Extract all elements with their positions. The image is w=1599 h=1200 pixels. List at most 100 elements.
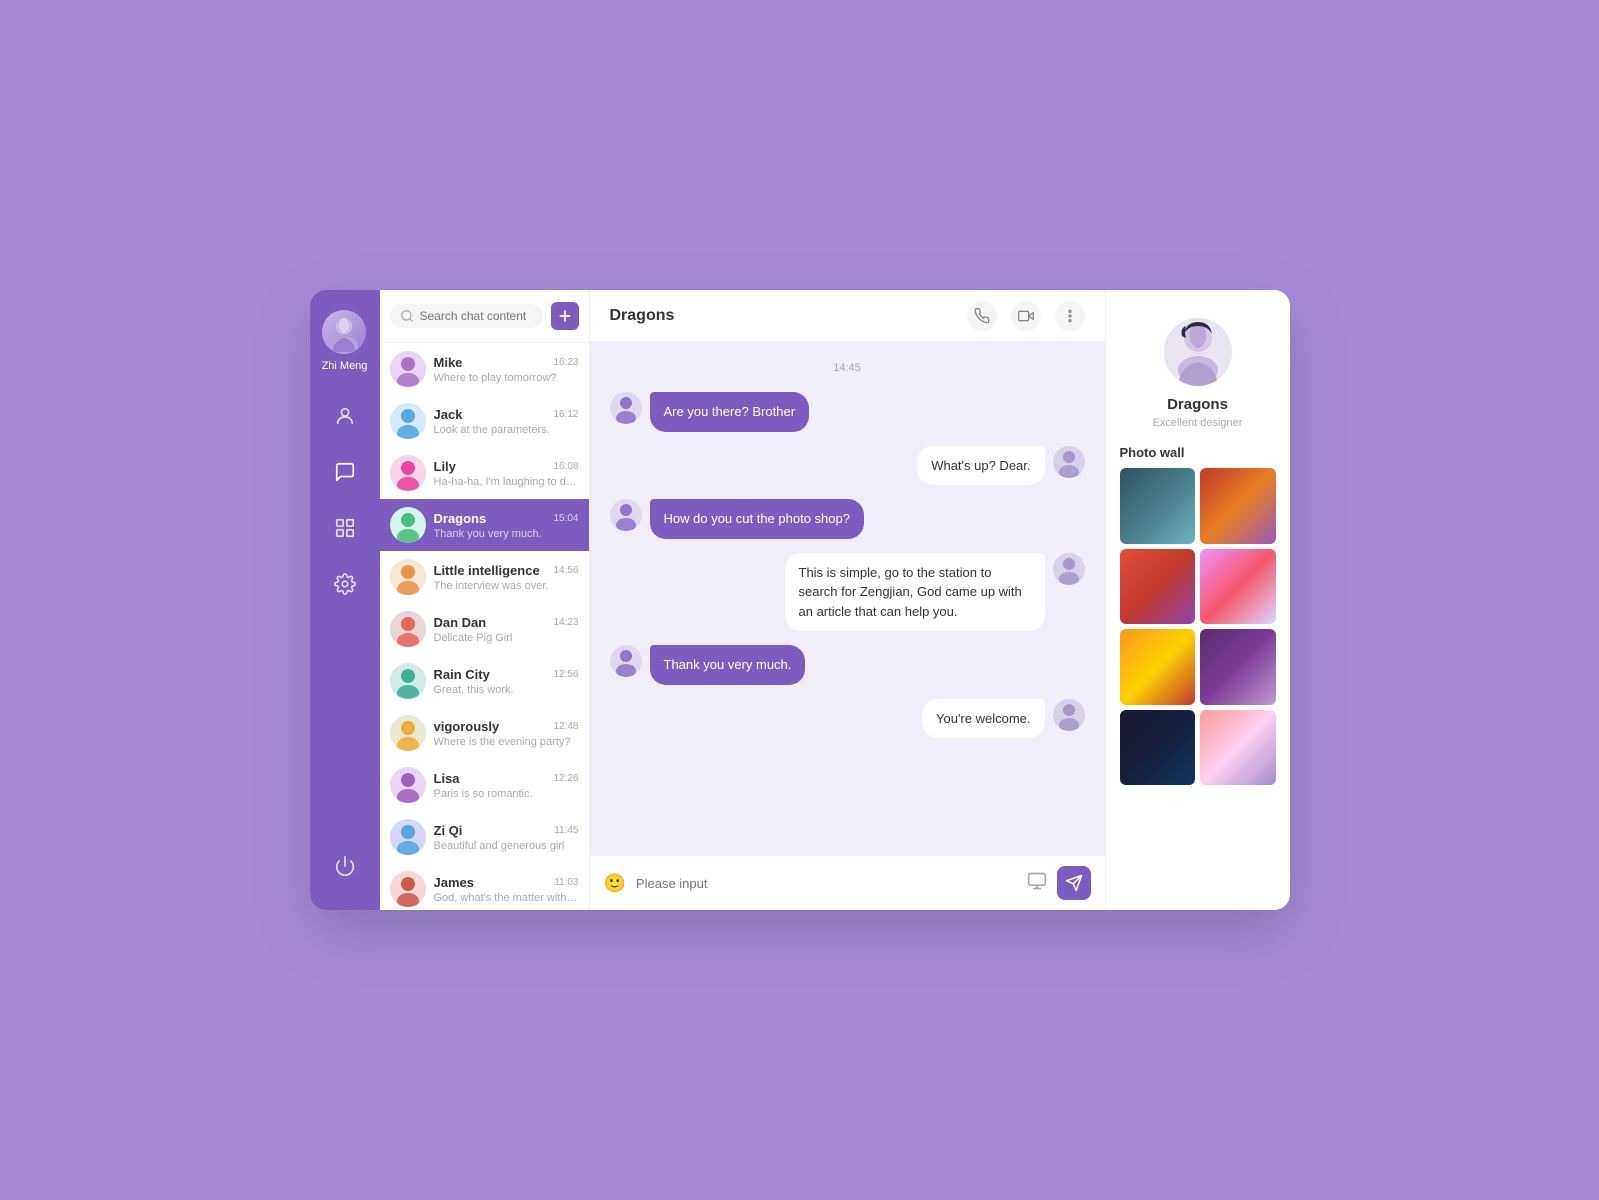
user-avatar[interactable] (322, 310, 366, 354)
chat-list-item-10[interactable]: Zi Qi 11:45 Beautiful and generous girl (380, 811, 589, 863)
chat-list-item-5[interactable]: Little intelligence 14:56 The interview … (380, 551, 589, 603)
chat-item-time: 16:23 (553, 357, 578, 368)
message-avatar (610, 645, 642, 677)
chat-item-name: Lily (434, 459, 456, 474)
chat-item-preview: Look at the parameters. (434, 424, 579, 436)
app-window: Zhi Meng (310, 290, 1290, 910)
message-bubble: You're welcome. (922, 699, 1045, 739)
photo-image (1200, 629, 1276, 705)
chat-item-preview: Where to play tomorrow? (434, 372, 579, 384)
photo-grid (1120, 468, 1276, 785)
chat-avatar (390, 507, 426, 543)
search-input[interactable] (420, 309, 533, 323)
chat-item-body: vigorously 12:48 Where is the evening pa… (434, 719, 579, 748)
add-button[interactable] (551, 302, 579, 330)
search-input-wrap[interactable] (390, 304, 543, 328)
chat-avatar (390, 559, 426, 595)
chat-icon[interactable] (331, 458, 359, 486)
chat-list-item-7[interactable]: Rain City 12:56 Great, this work. (380, 655, 589, 707)
chat-list-item-1[interactable]: Mike 16:23 Where to play tomorrow? (380, 343, 589, 395)
chat-item-time: 12:26 (553, 773, 578, 784)
chat-avatar (390, 403, 426, 439)
emoji-button[interactable]: 🙂 (604, 873, 626, 894)
settings-icon[interactable] (331, 570, 359, 598)
photo-thumbnail[interactable] (1120, 549, 1196, 625)
photo-thumbnail[interactable] (1200, 549, 1276, 625)
chat-avatar (390, 663, 426, 699)
message-row: What's up? Dear. (610, 446, 1085, 486)
chat-header: Dragons (590, 290, 1105, 342)
chat-list-item-4[interactable]: Dragons 15:04 Thank you very much. (380, 499, 589, 551)
chat-item-name: Dragons (434, 511, 487, 526)
sidebar-nav: Zhi Meng (310, 290, 380, 910)
profile-avatar (1164, 318, 1232, 386)
message-bubble: How do you cut the photo shop? (650, 499, 864, 539)
chat-item-body: Dragons 15:04 Thank you very much. (434, 511, 579, 540)
apps-icon[interactable] (331, 514, 359, 542)
chat-avatar (390, 767, 426, 803)
chat-item-preview: Thank you very much. (434, 528, 579, 540)
photo-thumbnail[interactable] (1120, 710, 1196, 786)
photo-thumbnail[interactable] (1200, 468, 1276, 544)
chat-list-item-11[interactable]: James 11:03 God, what's the matter with … (380, 863, 589, 910)
photo-image (1120, 710, 1196, 786)
chat-list-item-2[interactable]: Jack 16:12 Look at the parameters. (380, 395, 589, 447)
message-row: You're welcome. (610, 699, 1085, 739)
chat-item-preview: God, what's the matter with this? (434, 892, 579, 904)
sidebar-icons (331, 402, 359, 852)
message-bubble: Thank you very much. (650, 645, 806, 685)
photo-image (1120, 468, 1196, 544)
chat-item-time: 16:08 (553, 461, 578, 472)
chat-item-body: Little intelligence 14:56 The interview … (434, 563, 579, 592)
profile-name: Dragons (1167, 396, 1228, 413)
chat-item-time: 12:56 (553, 669, 578, 680)
sidebar-username: Zhi Meng (322, 360, 368, 372)
message-avatar (1053, 446, 1085, 478)
chat-item-time: 12:48 (553, 721, 578, 732)
chat-item-body: Lisa 12:26 Paris is so romantic. (434, 771, 579, 800)
chat-item-body: Dan Dan 14:23 Delicate Pig Girl (434, 615, 579, 644)
message-avatar (610, 392, 642, 424)
chat-item-name: Rain City (434, 667, 490, 682)
profile-panel: Dragons Excellent designer Photo wall (1105, 290, 1290, 910)
photo-image (1120, 629, 1196, 705)
photo-thumbnail[interactable] (1200, 710, 1276, 786)
chat-item-preview: Great, this work. (434, 684, 579, 696)
chat-item-preview: The interview was over. (434, 580, 579, 592)
send-button[interactable] (1057, 866, 1091, 900)
chat-list-item-8[interactable]: vigorously 12:48 Where is the evening pa… (380, 707, 589, 759)
sidebar-user: Zhi Meng (322, 310, 368, 372)
photo-thumbnail[interactable] (1120, 468, 1196, 544)
photo-image (1200, 710, 1276, 786)
chat-item-time: 11:45 (554, 825, 578, 836)
search-bar (380, 290, 589, 343)
message-input[interactable] (636, 876, 1017, 891)
video-button[interactable] (1011, 301, 1041, 331)
chat-avatar (390, 611, 426, 647)
message-timestamp: 14:45 (610, 362, 1085, 374)
photo-thumbnail[interactable] (1120, 629, 1196, 705)
more-button[interactable] (1055, 301, 1085, 331)
chat-avatar (390, 351, 426, 387)
chat-item-body: Mike 16:23 Where to play tomorrow? (434, 355, 579, 384)
chat-list-item-9[interactable]: Lisa 12:26 Paris is so romantic. (380, 759, 589, 811)
chat-list-item-3[interactable]: Lily 16:08 Ha-ha-ha, I'm laughing to dea… (380, 447, 589, 499)
message-row: Thank you very much. (610, 645, 1085, 685)
power-icon[interactable] (331, 852, 359, 880)
photo-image (1200, 468, 1276, 544)
chat-item-body: James 11:03 God, what's the matter with … (434, 875, 579, 904)
message-avatar (610, 499, 642, 531)
contacts-icon[interactable] (331, 402, 359, 430)
photo-image (1200, 549, 1276, 625)
file-button[interactable] (1027, 871, 1047, 896)
photo-image (1120, 549, 1196, 625)
photo-thumbnail[interactable] (1200, 629, 1276, 705)
chat-item-name: Dan Dan (434, 615, 487, 630)
chat-item-name: Lisa (434, 771, 460, 786)
message-row: How do you cut the photo shop? (610, 499, 1085, 539)
chat-list-item-6[interactable]: Dan Dan 14:23 Delicate Pig Girl (380, 603, 589, 655)
chat-input-area: 🙂 (590, 855, 1105, 910)
phone-button[interactable] (967, 301, 997, 331)
message-avatar (1053, 699, 1085, 731)
chat-item-body: Jack 16:12 Look at the parameters. (434, 407, 579, 436)
